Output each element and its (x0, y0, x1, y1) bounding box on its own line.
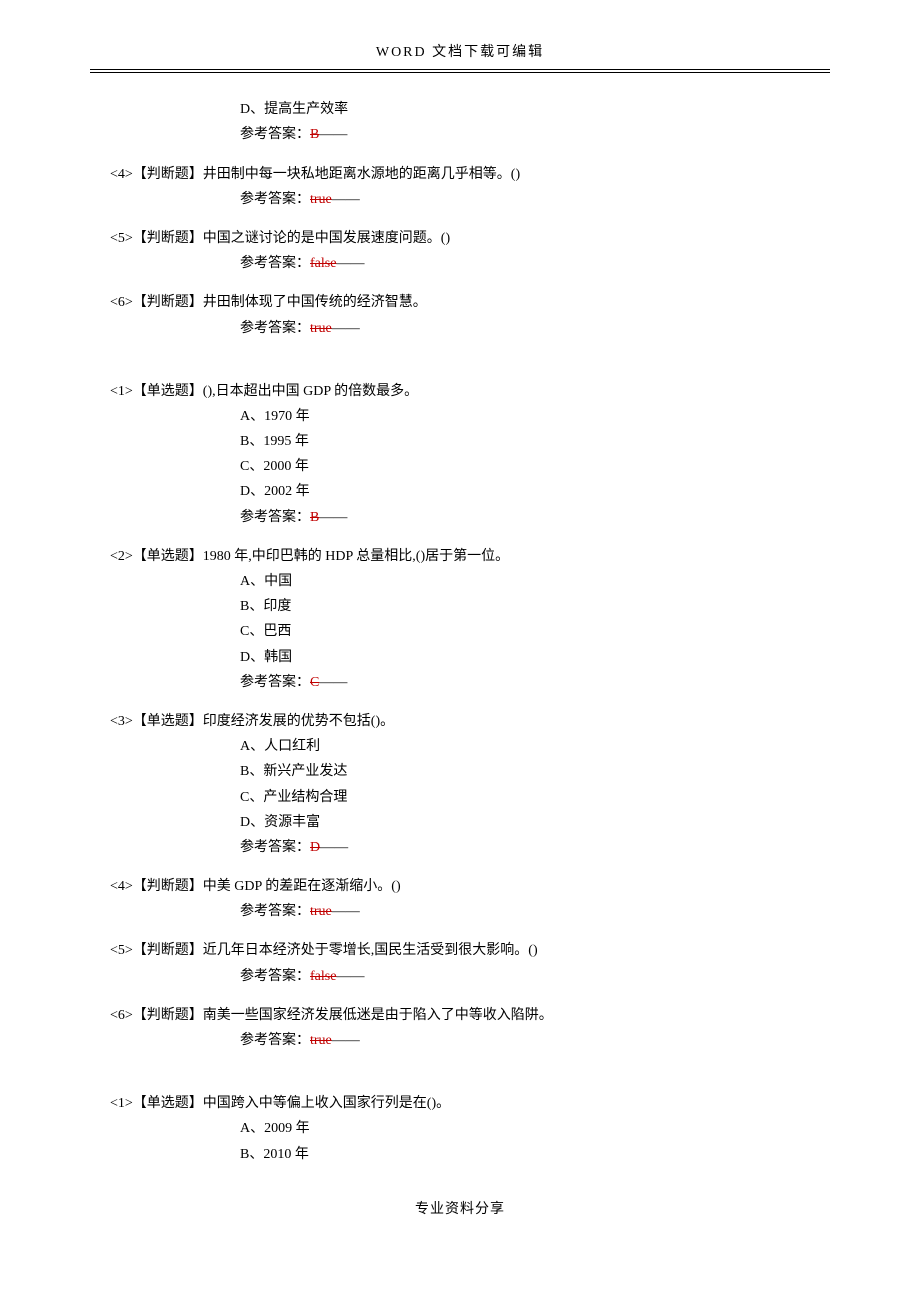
option-d: D、资源丰富 (240, 810, 810, 835)
option-c: C、2000 年 (240, 454, 810, 479)
option-a: A、1970 年 (240, 404, 810, 429)
answer-label: 参考答案： (240, 675, 310, 690)
answer-line: 参考答案：B—— (240, 505, 810, 530)
answer-label: 参考答案： (240, 840, 310, 855)
answer-value: C (310, 675, 319, 690)
s2-q5: <5>【判断题】近几年日本经济处于零增长,国民生活受到很大影响。() 参考答案：… (110, 938, 810, 988)
section-gap (110, 355, 810, 379)
header-rule-bottom (90, 72, 830, 73)
answer-value: true (310, 904, 332, 919)
option-c: C、产业结构合理 (240, 785, 810, 810)
option-c: C、巴西 (240, 619, 810, 644)
answer-line: 参考答案：true—— (240, 316, 810, 341)
question-text: <2>【单选题】1980 年,中印巴韩的 HDP 总量相比,()居于第一位。 (110, 544, 810, 569)
option-a: A、人口红利 (240, 734, 810, 759)
option-b: B、2010 年 (240, 1142, 810, 1167)
dash: —— (336, 256, 364, 271)
s1-q6: <6>【判断题】井田制体现了中国传统的经济智慧。 参考答案：true—— (110, 290, 810, 340)
answer-value: B (310, 510, 319, 525)
option-b: B、印度 (240, 594, 810, 619)
answer-label: 参考答案： (240, 1033, 310, 1048)
answer-line: 参考答案：false—— (240, 964, 810, 989)
question-text: <6>【判断题】南美一些国家经济发展低迷是由于陷入了中等收入陷阱。 (110, 1003, 810, 1028)
s2-q3: <3>【单选题】印度经济发展的优势不包括()。 A、人口红利 B、新兴产业发达 … (110, 709, 810, 860)
answer-label: 参考答案： (240, 321, 310, 336)
answer-label: 参考答案： (240, 256, 310, 271)
section-gap (110, 1067, 810, 1091)
option-d: D、2002 年 (240, 479, 810, 504)
answer-label: 参考答案： (240, 904, 310, 919)
dash: —— (332, 904, 360, 919)
answer-value: false (310, 256, 336, 271)
dash: —— (319, 127, 347, 142)
answer-label: 参考答案： (240, 192, 310, 207)
s3-q1: <1>【单选题】中国跨入中等偏上收入国家行列是在()。 A、2009 年 B、2… (110, 1091, 810, 1167)
question-text: <5>【判断题】近几年日本经济处于零增长,国民生活受到很大影响。() (110, 938, 810, 963)
option-d: D、提高生产效率 (240, 97, 810, 122)
s2-q6: <6>【判断题】南美一些国家经济发展低迷是由于陷入了中等收入陷阱。 参考答案：t… (110, 1003, 810, 1053)
answer-line: 参考答案：true—— (240, 899, 810, 924)
s2-q1: <1>【单选题】(),日本超出中国 GDP 的倍数最多。 A、1970 年 B、… (110, 379, 810, 530)
dash: —— (332, 321, 360, 336)
dash: —— (319, 675, 347, 690)
s1-q4: <4>【判断题】井田制中每一块私地距离水源地的距离几乎相等。() 参考答案：tr… (110, 162, 810, 212)
answer-value: D (310, 840, 320, 855)
answer-value: true (310, 1033, 332, 1048)
answer-line: 参考答案：D—— (240, 835, 810, 860)
answer-value: true (310, 192, 332, 207)
dash: —— (332, 1033, 360, 1048)
answer-line: 参考答案：B—— (240, 122, 810, 147)
answer-label: 参考答案： (240, 510, 310, 525)
answer-value: B (310, 127, 319, 142)
answer-line: 参考答案：C—— (240, 670, 810, 695)
s2-q4: <4>【判断题】中美 GDP 的差距在逐渐缩小。() 参考答案：true—— (110, 874, 810, 924)
dash: —— (320, 840, 348, 855)
answer-label: 参考答案： (240, 127, 310, 142)
answer-value: true (310, 321, 332, 336)
dash: —— (319, 510, 347, 525)
question-text: <1>【单选题】中国跨入中等偏上收入国家行列是在()。 (110, 1091, 810, 1116)
content-area: D、提高生产效率 参考答案：B—— <4>【判断题】井田制中每一块私地距离水源地… (90, 97, 830, 1167)
dash: —— (332, 192, 360, 207)
header-rule-top (90, 69, 830, 70)
question-text: <4>【判断题】井田制中每一块私地距离水源地的距离几乎相等。() (110, 162, 810, 187)
dash: —— (336, 969, 364, 984)
answer-line: 参考答案：false—— (240, 251, 810, 276)
answer-label: 参考答案： (240, 969, 310, 984)
option-a: A、2009 年 (240, 1116, 810, 1141)
answer-line: 参考答案：true—— (240, 187, 810, 212)
question-text: <3>【单选题】印度经济发展的优势不包括()。 (110, 709, 810, 734)
option-a: A、中国 (240, 569, 810, 594)
question-text: <6>【判断题】井田制体现了中国传统的经济智慧。 (110, 290, 810, 315)
option-d: D、韩国 (240, 645, 810, 670)
answer-line: 参考答案：true—— (240, 1028, 810, 1053)
answer-value: false (310, 969, 336, 984)
s1-q5: <5>【判断题】中国之谜讨论的是中国发展速度问题。() 参考答案：false—— (110, 226, 810, 276)
s1-q3-partial: D、提高生产效率 参考答案：B—— (110, 97, 810, 147)
option-b: B、新兴产业发达 (240, 759, 810, 784)
s2-q2: <2>【单选题】1980 年,中印巴韩的 HDP 总量相比,()居于第一位。 A… (110, 544, 810, 695)
option-b: B、1995 年 (240, 429, 810, 454)
page-header: WORD 文档下载可编辑 (90, 40, 830, 65)
question-text: <4>【判断题】中美 GDP 的差距在逐渐缩小。() (110, 874, 810, 899)
question-text: <5>【判断题】中国之谜讨论的是中国发展速度问题。() (110, 226, 810, 251)
page-footer: 专业资料分享 (90, 1197, 830, 1222)
question-text: <1>【单选题】(),日本超出中国 GDP 的倍数最多。 (110, 379, 810, 404)
